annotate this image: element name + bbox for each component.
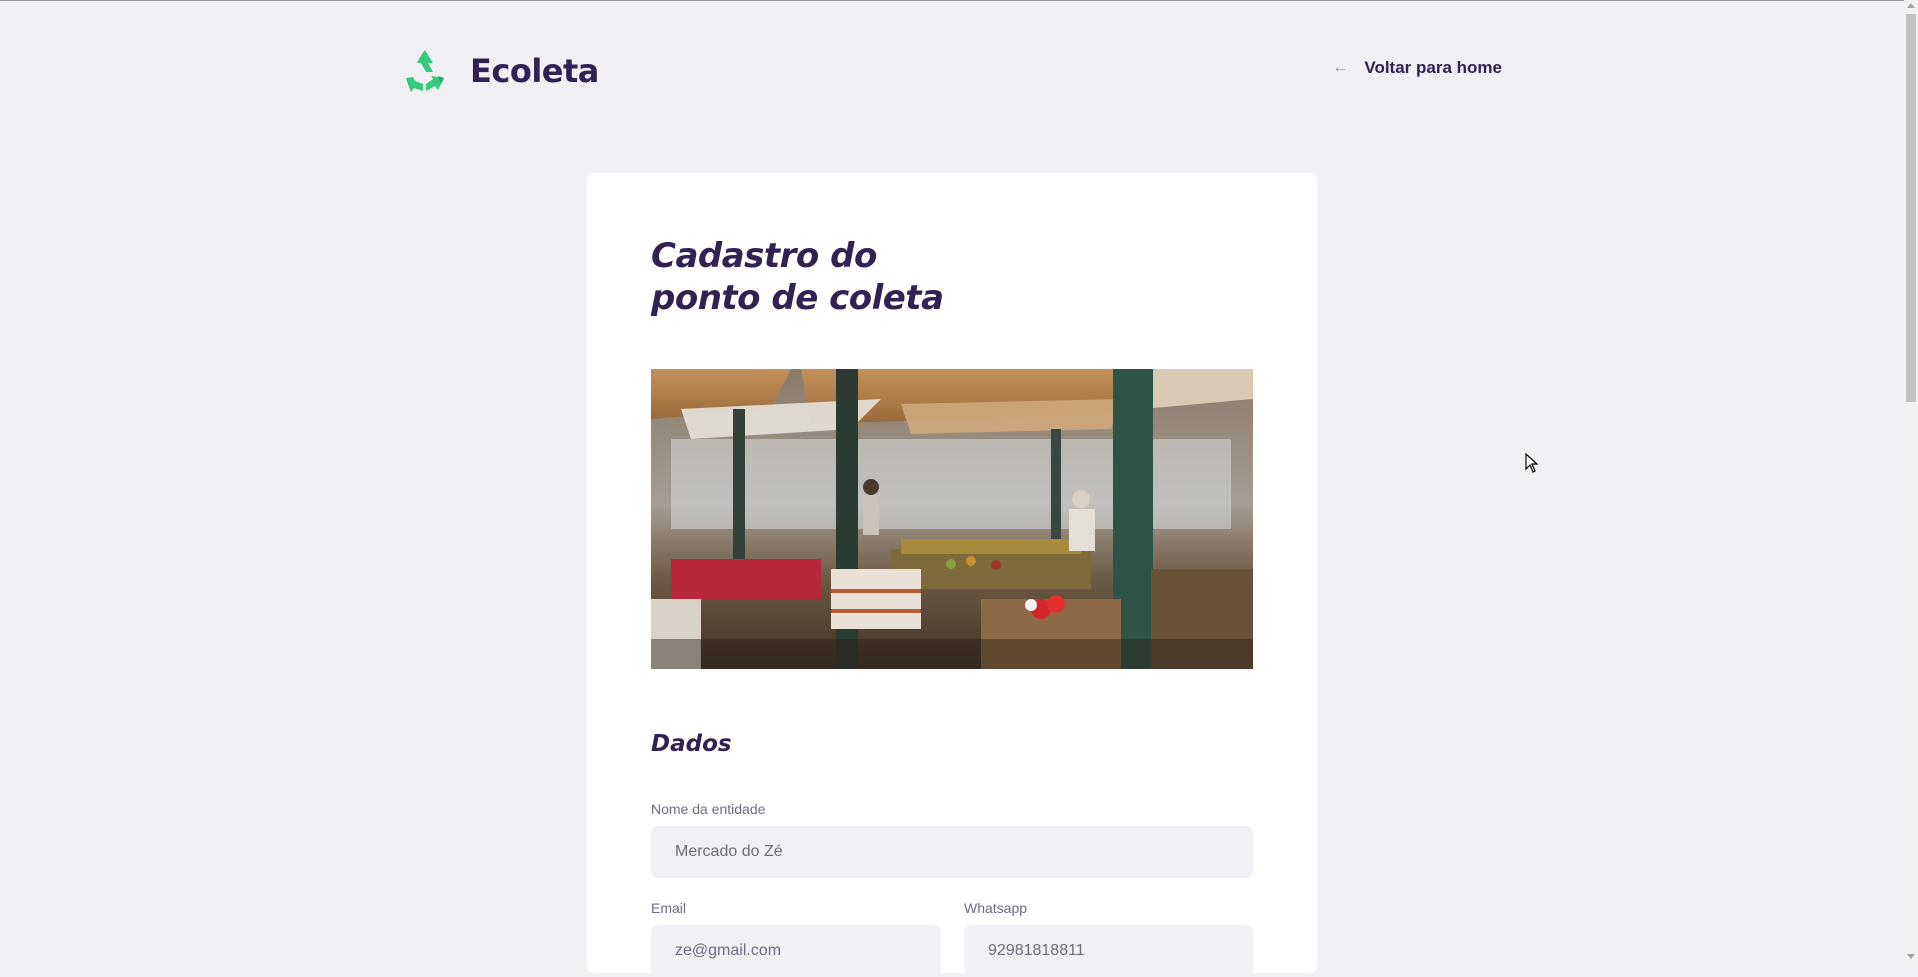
whatsapp-input[interactable]	[964, 925, 1253, 977]
arrow-left-icon: ←	[1332, 59, 1349, 76]
scroll-up-arrow-icon[interactable]	[1907, 3, 1915, 8]
registration-card: Cadastro do ponto de coleta Dados Nome d…	[587, 173, 1317, 977]
email-input[interactable]	[651, 925, 941, 977]
email-label: Email	[651, 900, 687, 916]
logo-text: Ecoleta	[470, 52, 599, 90]
page-header: Ecoleta ← Voltar para home	[400, 46, 1502, 96]
window-top-border	[0, 0, 1918, 1]
hero-image-market	[651, 369, 1253, 669]
scroll-down-arrow-icon[interactable]	[1907, 954, 1915, 959]
vertical-scrollbar[interactable]	[1904, 0, 1918, 963]
page-title-line-2: ponto de coleta	[651, 278, 944, 318]
mouse-cursor-icon	[1525, 452, 1539, 478]
nome-entidade-input[interactable]	[651, 826, 1253, 878]
section-title-dados: Dados	[651, 731, 732, 757]
back-link-label: Voltar para home	[1364, 58, 1502, 77]
back-to-home-link[interactable]: ← Voltar para home	[1332, 58, 1502, 78]
nome-label: Nome da entidade	[651, 801, 766, 817]
page-title-line-1: Cadastro do	[651, 236, 877, 276]
whatsapp-label: Whatsapp	[964, 900, 1028, 916]
recycle-icon	[400, 48, 450, 94]
page-title: Cadastro do ponto de coleta	[651, 235, 971, 319]
scrollbar-thumb[interactable]	[1906, 14, 1916, 402]
logo: Ecoleta	[400, 46, 599, 96]
